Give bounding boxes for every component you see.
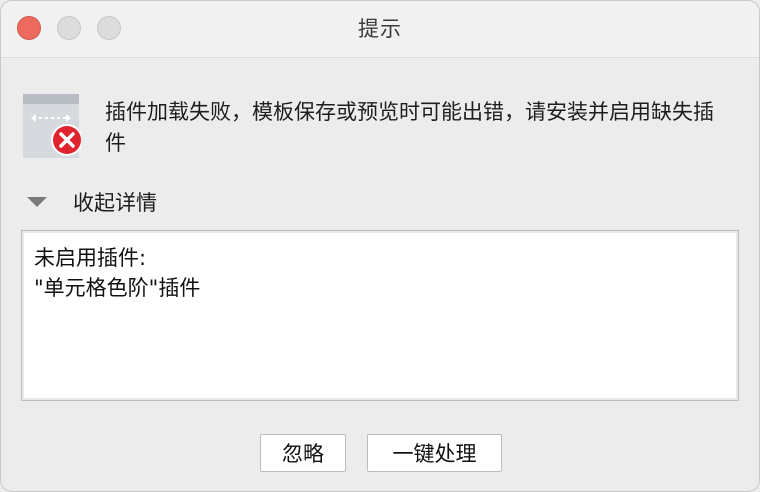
disclosure-triangle-icon[interactable] <box>27 197 47 207</box>
dialog-window: 提示 插件加载失败，模板保存或预览时可能出错，请安装并启用缺失插件 收起详情 未… <box>0 0 760 492</box>
plugin-error-icon <box>23 94 81 158</box>
ignore-button[interactable]: 忽略 <box>260 434 346 472</box>
one-click-handle-button[interactable]: 一键处理 <box>367 434 502 472</box>
error-message: 插件加载失败，模板保存或预览时可能出错，请安装并启用缺失插件 <box>105 100 714 155</box>
details-line: "单元格色阶"插件 <box>34 276 201 300</box>
title-bar: 提示 <box>1 1 759 58</box>
window-title: 提示 <box>358 17 402 41</box>
details-toggle-label[interactable]: 收起详情 <box>73 187 157 217</box>
details-line: 未启用插件: <box>34 246 147 270</box>
details-text-area[interactable]: 未启用插件: "单元格色阶"插件 <box>21 230 739 401</box>
details-toggle[interactable]: 收起详情 <box>27 187 157 217</box>
